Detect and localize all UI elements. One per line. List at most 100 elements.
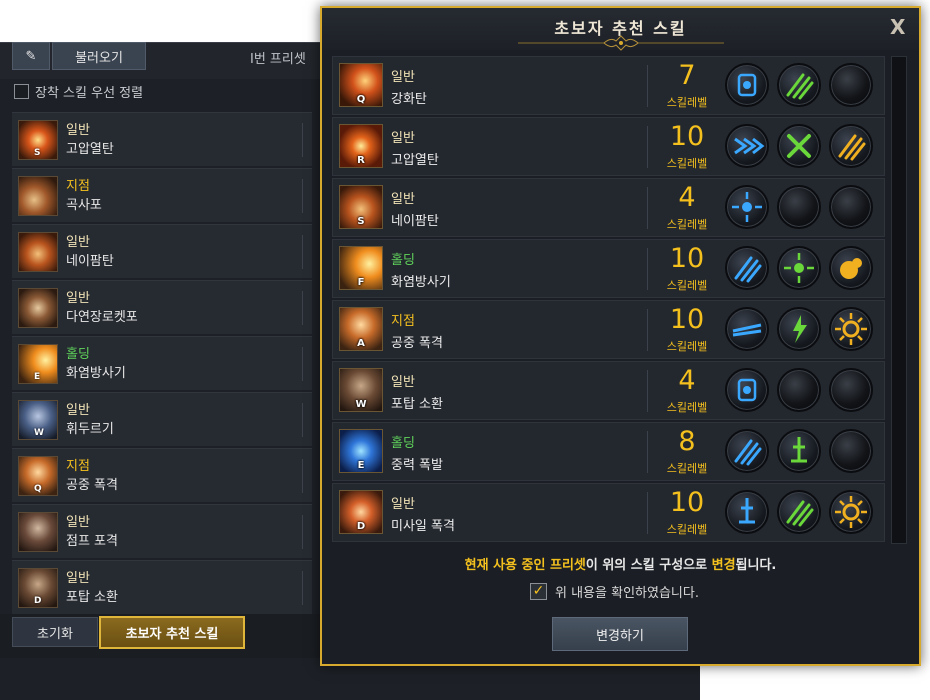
tripod-icon[interactable] bbox=[725, 124, 769, 168]
skill-level-label: 스킬레벨 bbox=[666, 462, 708, 475]
skill-level: 10 bbox=[669, 304, 705, 335]
skill-list-item[interactable]: E 홀딩 화염방사기 bbox=[12, 336, 312, 390]
tripod-icon[interactable] bbox=[777, 307, 821, 351]
divider bbox=[302, 123, 303, 157]
empty-tripod-slot[interactable] bbox=[829, 185, 873, 229]
skill-name: 네이팜탄 bbox=[66, 253, 114, 269]
change-button[interactable]: 변경하기 bbox=[552, 617, 688, 651]
tripod-icon[interactable] bbox=[725, 63, 769, 107]
skill-list-item[interactable]: 지점 곡사포 bbox=[12, 168, 312, 222]
skill-icon bbox=[18, 231, 58, 272]
confirm-label: 위 내용을 확인하였습니다. bbox=[555, 586, 699, 601]
skill-name: 네이팜탄 bbox=[391, 214, 439, 229]
scrollbar[interactable] bbox=[891, 56, 907, 544]
skill-level: 7 bbox=[678, 60, 696, 91]
skill-key: S bbox=[357, 216, 365, 227]
recommended-skill-row: R 일반 고압열탄 10 스킬레벨 bbox=[332, 117, 885, 176]
skill-key: W bbox=[34, 427, 44, 438]
skill-name: 고압열탄 bbox=[66, 141, 114, 157]
divider bbox=[647, 126, 648, 168]
skill-type: 홀딩 bbox=[66, 346, 90, 362]
empty-tripod-slot[interactable] bbox=[829, 63, 873, 107]
skill-icon: W bbox=[18, 399, 58, 440]
divider bbox=[302, 515, 303, 549]
skill-level: 10 bbox=[669, 121, 705, 152]
recommended-skill-list: Q 일반 강화탄 7 스킬레벨 R 일반 고압열탄 10 스킬레벨 S 일반 네… bbox=[332, 56, 885, 544]
sort-checkbox[interactable] bbox=[14, 84, 29, 99]
tripod-icon[interactable] bbox=[829, 124, 873, 168]
tripod-icon[interactable] bbox=[777, 429, 821, 473]
skill-list-item[interactable]: 일반 네이팜탄 bbox=[12, 224, 312, 278]
skill-list-item[interactable]: Q 지점 공중 폭격 bbox=[12, 448, 312, 502]
skill-level-label: 스킬레벨 bbox=[666, 340, 708, 353]
notice-change: 변경 bbox=[711, 558, 736, 573]
tripod-icon[interactable] bbox=[725, 246, 769, 290]
skill-key: D bbox=[356, 521, 366, 532]
tripod-icon[interactable] bbox=[829, 307, 873, 351]
tripod-icon[interactable] bbox=[777, 490, 821, 534]
recommended-skill-row: F 홀딩 화염방사기 10 스킬레벨 bbox=[332, 239, 885, 298]
tripod-icon[interactable] bbox=[725, 429, 769, 473]
tripod-icon[interactable] bbox=[725, 185, 769, 229]
tripod-icon[interactable] bbox=[777, 124, 821, 168]
skill-name: 중력 폭발 bbox=[391, 458, 443, 473]
skill-icon: A bbox=[339, 307, 383, 351]
skill-key: E bbox=[357, 460, 365, 471]
divider bbox=[647, 65, 648, 107]
empty-tripod-slot[interactable] bbox=[777, 368, 821, 412]
edit-button[interactable]: ✎ bbox=[12, 42, 50, 70]
skill-name: 화염방사기 bbox=[391, 275, 451, 290]
skill-key: Q bbox=[34, 483, 42, 494]
skill-key: R bbox=[357, 155, 365, 166]
sort-label: 장착 스킬 우선 정렬 bbox=[35, 86, 144, 101]
tripod-icon[interactable] bbox=[725, 368, 769, 412]
skill-name: 곡사포 bbox=[66, 197, 102, 213]
divider bbox=[647, 187, 648, 229]
tripod-icon[interactable] bbox=[829, 246, 873, 290]
skill-type: 일반 bbox=[391, 70, 415, 85]
confirm-checkbox[interactable]: ✓ bbox=[530, 583, 547, 600]
divider bbox=[647, 248, 648, 290]
title-ornament bbox=[518, 35, 724, 51]
reset-button[interactable]: 초기화 bbox=[12, 617, 98, 647]
skill-list-item[interactable]: W 일반 휘두르기 bbox=[12, 392, 312, 446]
confirm-row[interactable]: ✓ 위 내용을 확인하였습니다. bbox=[530, 582, 699, 601]
skill-name: 미사일 폭격 bbox=[391, 519, 455, 534]
skill-type: 일반 bbox=[391, 497, 415, 512]
skill-name: 포탑 소환 bbox=[391, 397, 443, 412]
sort-equipped-first-toggle[interactable]: 장착 스킬 우선 정렬 bbox=[14, 82, 143, 101]
skill-list-item[interactable]: D 일반 포탑 소환 bbox=[12, 560, 312, 614]
skill-name: 점프 포격 bbox=[66, 533, 118, 549]
skill-type: 일반 bbox=[391, 192, 415, 207]
tripod-icon[interactable] bbox=[725, 490, 769, 534]
skill-level-label: 스킬레벨 bbox=[666, 401, 708, 414]
skill-type: 일반 bbox=[66, 290, 90, 306]
skill-type: 일반 bbox=[66, 570, 90, 586]
skill-icon bbox=[18, 175, 58, 216]
skill-icon: D bbox=[339, 490, 383, 534]
skill-icon: D bbox=[18, 567, 58, 608]
preset-label: I번 프리셋 bbox=[250, 52, 306, 67]
skill-list-item[interactable]: 일반 점프 포격 bbox=[12, 504, 312, 558]
skill-type: 지점 bbox=[391, 314, 415, 329]
tripod-icon[interactable] bbox=[829, 490, 873, 534]
skill-type: 일반 bbox=[66, 234, 90, 250]
skill-type: 지점 bbox=[66, 178, 90, 194]
tripod-icon[interactable] bbox=[725, 307, 769, 351]
tripod-icon[interactable] bbox=[777, 246, 821, 290]
skill-key: W bbox=[355, 399, 367, 410]
skill-icon: S bbox=[18, 119, 58, 160]
empty-tripod-slot[interactable] bbox=[829, 368, 873, 412]
beginner-recommended-button[interactable]: 초보자 추천 스킬 bbox=[99, 616, 245, 649]
close-icon[interactable]: X bbox=[890, 15, 905, 39]
skill-name: 공중 폭격 bbox=[66, 477, 118, 493]
skill-type: 일반 bbox=[391, 375, 415, 390]
skill-list-item[interactable]: S 일반 고압열탄 bbox=[12, 112, 312, 166]
skill-name: 화염방사기 bbox=[66, 365, 126, 381]
tripod-icon[interactable] bbox=[777, 63, 821, 107]
empty-tripod-slot[interactable] bbox=[777, 185, 821, 229]
empty-tripod-slot[interactable] bbox=[829, 429, 873, 473]
load-button[interactable]: 불러오기 bbox=[52, 42, 146, 70]
skill-level-label: 스킬레벨 bbox=[666, 157, 708, 170]
skill-list-item[interactable]: 일반 다연장로켓포 bbox=[12, 280, 312, 334]
